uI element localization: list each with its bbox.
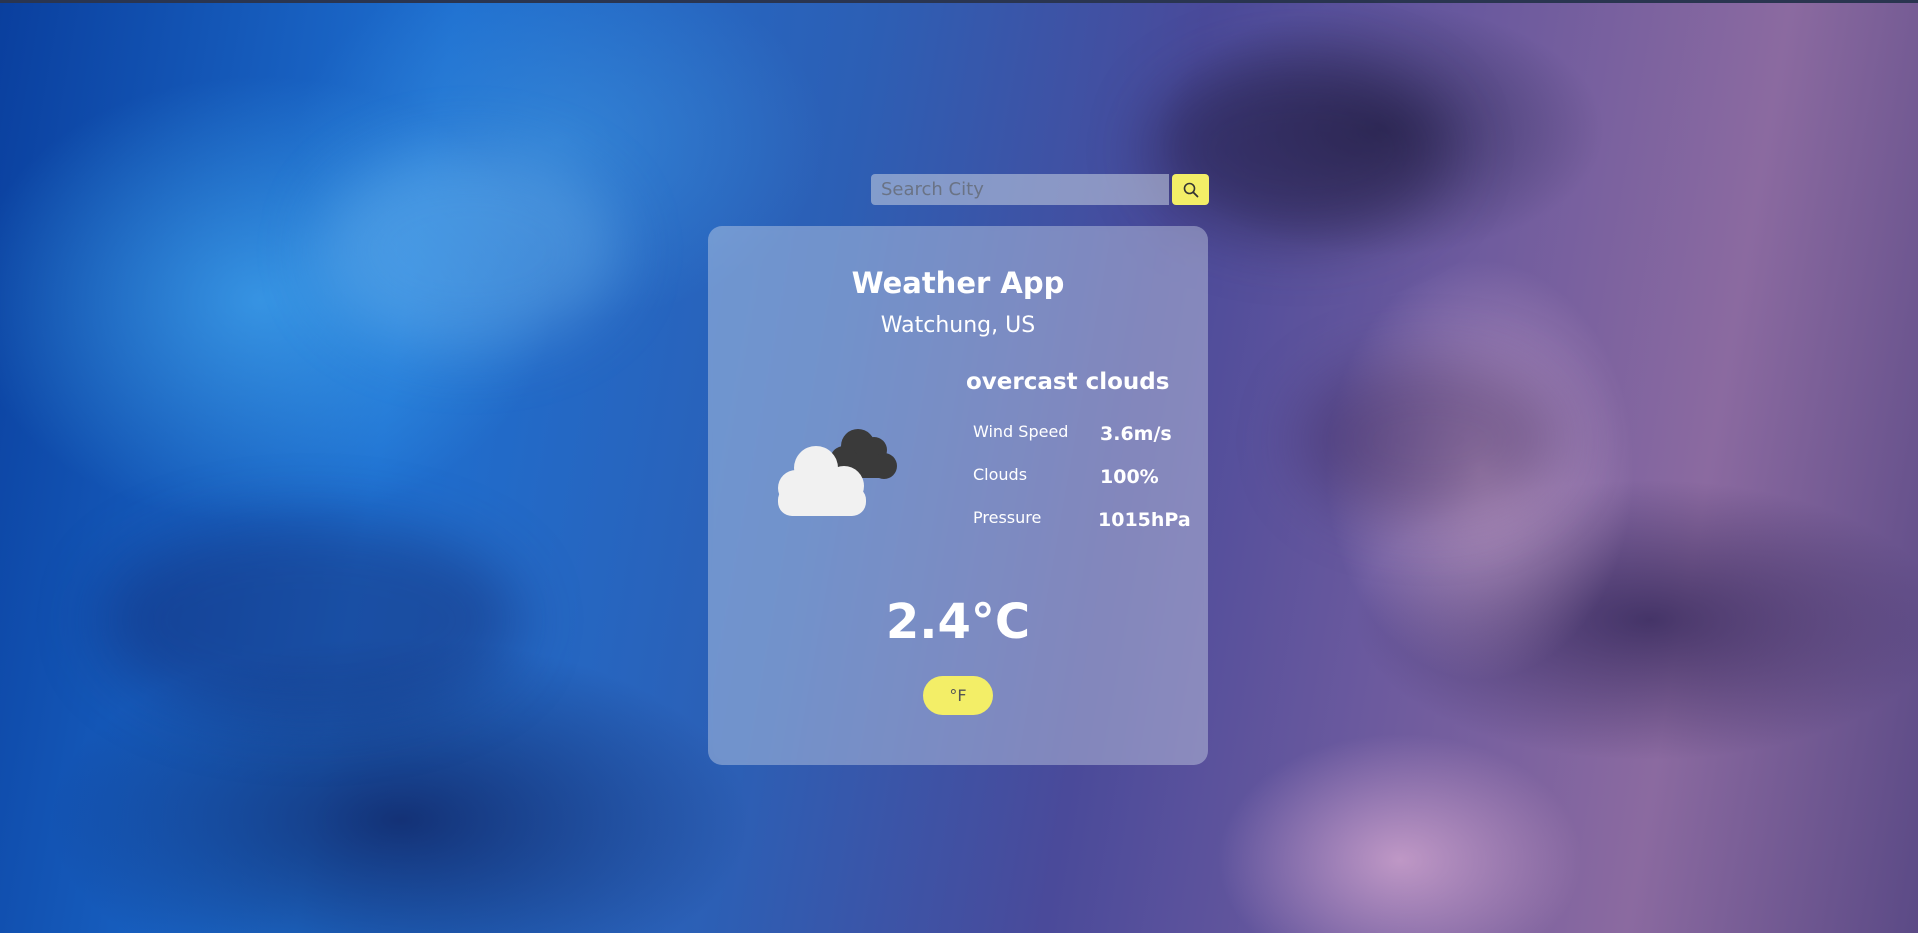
background-cloud	[1150, 60, 1450, 240]
background-cloud	[1300, 360, 1560, 520]
location-label: Watchung, US	[880, 313, 1036, 338]
background-cloud	[100, 520, 520, 720]
temperature-value: 2.4°C	[885, 594, 1031, 650]
search-bar	[871, 174, 1209, 205]
unit-toggle-button[interactable]: °F	[923, 676, 993, 715]
pressure-value: 1015hPa	[1098, 509, 1191, 531]
clouds-value: 100%	[1100, 466, 1159, 488]
wind-speed-label: Wind Speed	[973, 422, 1069, 441]
search-button[interactable]	[1172, 174, 1209, 205]
wind-speed-value: 3.6m/s	[1100, 423, 1172, 445]
app-page: Weather App Watchung, US overcast clouds…	[0, 0, 1918, 933]
pressure-label: Pressure	[973, 508, 1042, 527]
weather-card: Weather App Watchung, US overcast clouds…	[708, 226, 1208, 765]
weather-description: overcast clouds	[966, 369, 1170, 395]
background-cloud	[320, 150, 620, 350]
search-input[interactable]	[871, 174, 1169, 205]
search-icon	[1183, 182, 1198, 197]
cloud-icon	[778, 429, 897, 516]
clouds-label: Clouds	[973, 465, 1028, 484]
top-border	[0, 0, 1918, 3]
app-title: Weather App	[851, 266, 1065, 300]
